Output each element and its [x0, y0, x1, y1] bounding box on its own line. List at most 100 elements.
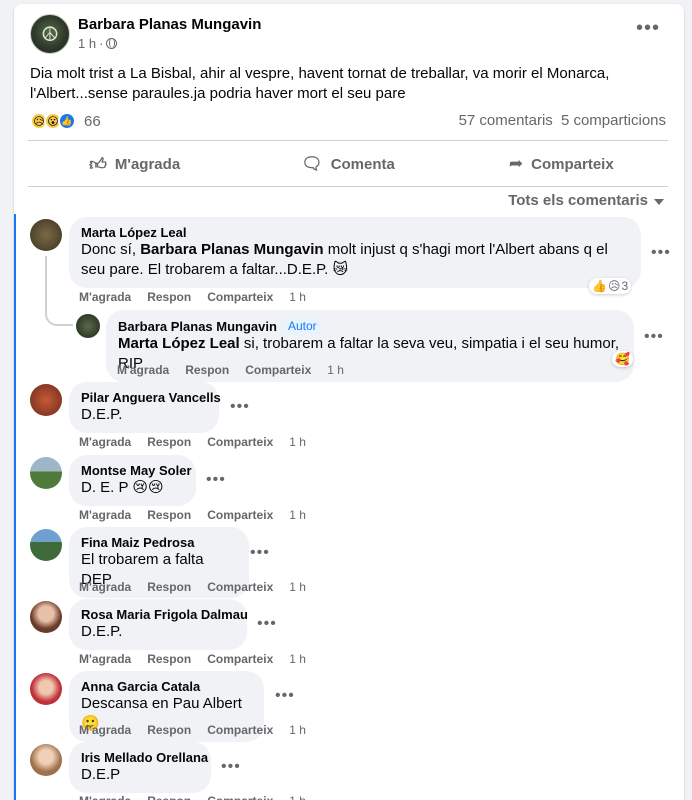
comment-actions: M'agrada Respon Comparteix 1 h	[79, 508, 306, 522]
comment-button[interactable]: 🗨 Comenta	[241, 144, 454, 184]
comment-like-button[interactable]: M'agrada	[79, 290, 131, 304]
comment-reply-button[interactable]: Respon	[147, 290, 191, 304]
post-author-avatar[interactable]: ☮	[30, 14, 70, 54]
like-label: M'agrada	[114, 155, 181, 173]
comment-share-button[interactable]: Comparteix	[207, 435, 273, 449]
comment-like-button[interactable]: M'agrada	[79, 723, 131, 737]
comment-reactions[interactable]: 🥰	[612, 351, 633, 367]
comment-reaction-count: 3	[621, 279, 629, 293]
comment-reply-button[interactable]: Respon	[147, 794, 191, 800]
comment-share-button[interactable]: Comparteix	[207, 580, 273, 594]
comment-actions: M'agrada Respon Comparteix 1 h	[79, 435, 306, 449]
comment-text: D.E.P	[81, 766, 121, 783]
comment-share-button[interactable]: Comparteix	[207, 652, 273, 666]
comment-share-button[interactable]: Comparteix	[207, 794, 273, 800]
comment-text: D.E.P.	[81, 406, 123, 423]
comment-like-button[interactable]: M'agrada	[117, 363, 169, 377]
comment-time[interactable]: 1 h	[289, 794, 306, 800]
comment-share-button[interactable]: Comparteix	[207, 290, 273, 304]
comment-author[interactable]: Anna Garcia Catala	[81, 679, 252, 694]
comment-reply-button[interactable]: Respon	[147, 508, 191, 522]
avatar[interactable]	[30, 384, 62, 416]
comment-share-button[interactable]: Comparteix	[207, 508, 273, 522]
comment-author-row: Barbara Planas Mungavin Autor	[118, 318, 622, 334]
comment-more-options-icon[interactable]: •••	[230, 398, 250, 416]
comment-actions: M'agrada Respon Comparteix 1 h	[79, 652, 306, 666]
share-label: Comparteix	[531, 155, 614, 173]
comment-author[interactable]: Rosa Maria Frigola Dalmau	[81, 607, 248, 622]
avatar[interactable]	[30, 457, 62, 489]
post-card: ☮ Barbara Planas Mungavin 1 h · ••• Dia …	[14, 4, 684, 800]
focus-indicator	[14, 214, 16, 800]
post-time[interactable]: 1 h	[78, 36, 96, 51]
comment-more-options-icon[interactable]: •••	[651, 244, 671, 262]
like-reaction-icon: 👍	[592, 279, 607, 293]
author-badge: Autor	[282, 318, 322, 334]
avatar[interactable]	[30, 673, 62, 705]
comment-reply-button[interactable]: Respon	[147, 652, 191, 666]
comment-time[interactable]: 1 h	[289, 435, 306, 449]
comment-author[interactable]: Marta López Leal	[81, 225, 629, 240]
comment-reactions[interactable]: 👍 😥 3	[589, 278, 632, 294]
avatar[interactable]	[30, 219, 62, 251]
comment-more-options-icon[interactable]: •••	[644, 328, 664, 346]
post-author-name[interactable]: Barbara Planas Mungavin	[78, 16, 261, 33]
comment-author[interactable]: Pilar Anguera Vancells	[81, 390, 221, 405]
post-actions: 👍︎ M'agrada 🗨 Comenta ➦ Comparteix	[28, 144, 668, 184]
comment-more-options-icon[interactable]: •••	[275, 687, 295, 705]
comment-more-options-icon[interactable]: •••	[257, 615, 277, 633]
post-text: Dia molt trist a La Bisbal, ahir al vesp…	[30, 65, 610, 102]
comment-author[interactable]: Fina Maiz Pedrosa	[81, 535, 237, 550]
comment-actions: M'agrada Respon Comparteix 1 h	[79, 580, 306, 594]
shares-count[interactable]: 5 comparticions	[561, 112, 666, 129]
comment-reply-button[interactable]: Respon	[185, 363, 229, 377]
comment-bubble: Pilar Anguera Vancells D.E.P.	[69, 382, 221, 433]
avatar[interactable]	[30, 744, 62, 776]
globe-icon	[106, 38, 118, 49]
comment-like-button[interactable]: M'agrada	[79, 652, 131, 666]
comment-time[interactable]: 1 h	[289, 652, 306, 666]
comment-like-button[interactable]: M'agrada	[79, 580, 131, 594]
comment-reply-button[interactable]: Respon	[147, 435, 191, 449]
comment-text: D. E. P 😢😢	[81, 479, 164, 496]
comment-time[interactable]: 1 h	[289, 290, 306, 304]
avatar[interactable]	[76, 314, 100, 338]
reaction-count: 66	[84, 112, 101, 130]
comment-more-options-icon[interactable]: •••	[250, 544, 270, 562]
comment-sort-dropdown[interactable]: Tots els comentaris	[508, 192, 664, 209]
comment-like-button[interactable]: M'agrada	[79, 435, 131, 449]
thread-connector	[45, 256, 73, 326]
comment-time[interactable]: 1 h	[289, 580, 306, 594]
comment-more-options-icon[interactable]: •••	[221, 758, 241, 776]
avatar[interactable]	[30, 601, 62, 633]
sad-reaction-icon: 😥	[607, 279, 621, 293]
comment-author[interactable]: Iris Mellado Orellana	[81, 750, 208, 765]
comment-more-options-icon[interactable]: •••	[206, 471, 226, 489]
post-more-options-icon[interactable]: •••	[636, 18, 660, 38]
comment-reply-button[interactable]: Respon	[147, 723, 191, 737]
avatar[interactable]	[30, 529, 62, 561]
thumbs-up-icon: 👍︎	[89, 154, 107, 174]
comment-author[interactable]: Barbara Planas Mungavin	[118, 319, 277, 334]
share-button[interactable]: ➦ Comparteix	[455, 144, 668, 184]
mention-link[interactable]: Barbara Planas Mungavin	[140, 241, 323, 258]
comment-time[interactable]: 1 h	[327, 363, 344, 377]
comment-reply-button[interactable]: Respon	[147, 580, 191, 594]
reactions-summary[interactable]: 😥 😮 👍 66	[30, 112, 101, 130]
comments-count[interactable]: 57 comentaris	[459, 112, 553, 129]
divider	[28, 186, 668, 187]
speech-bubble-icon: 🗨	[301, 154, 323, 173]
comment-bubble: Iris Mellado Orellana D.E.P	[69, 742, 211, 793]
comment-like-button[interactable]: M'agrada	[79, 508, 131, 522]
like-button[interactable]: 👍︎ M'agrada	[28, 144, 241, 184]
comment-time[interactable]: 1 h	[289, 508, 306, 522]
comment-share-button[interactable]: Comparteix	[245, 363, 311, 377]
comment-time[interactable]: 1 h	[289, 723, 306, 737]
comment-share-button[interactable]: Comparteix	[207, 723, 273, 737]
mention-link[interactable]: Marta López Leal	[118, 335, 240, 352]
comment-like-button[interactable]: M'agrada	[79, 794, 131, 800]
sort-label: Tots els comentaris	[508, 192, 648, 209]
share-arrow-icon: ➦	[508, 154, 524, 173]
comment-author[interactable]: Montse May Soler	[81, 463, 192, 478]
comment-bubble: Marta López Leal Donc sí, Barbara Planas…	[69, 217, 641, 288]
